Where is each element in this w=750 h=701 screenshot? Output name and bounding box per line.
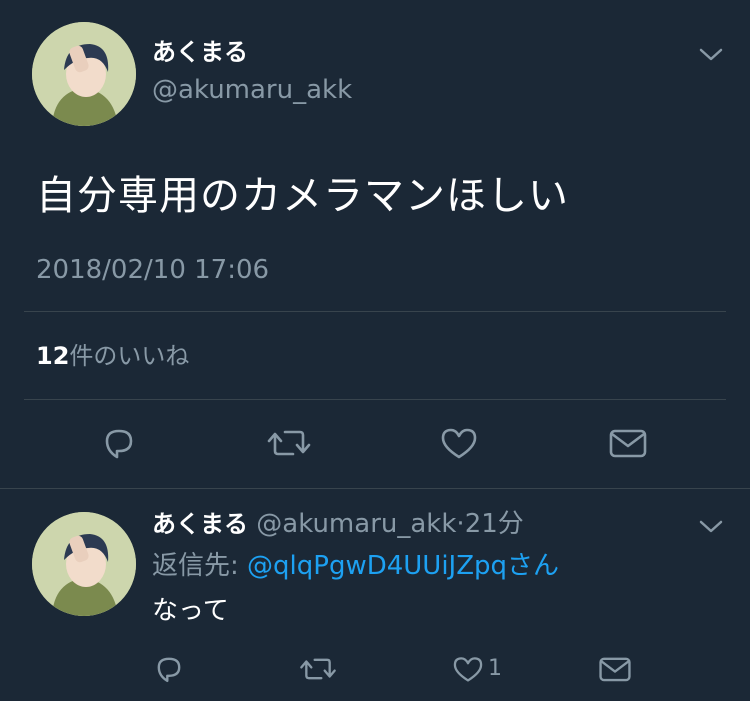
likes-count: 12: [36, 342, 70, 370]
tweet-text: 自分専用のカメラマンほしい: [36, 173, 569, 219]
retweet-icon[interactable]: [298, 652, 338, 686]
reply-to-line: 返信先: @qlqPgwD4UUiJZpqさん: [152, 548, 559, 584]
reply-text: なって: [152, 596, 229, 626]
user-handle[interactable]: @akumaru_akk: [152, 74, 352, 106]
reply-avatar[interactable]: [32, 512, 136, 616]
like-icon[interactable]: [437, 423, 481, 463]
divider: [24, 311, 726, 312]
display-name[interactable]: あくまる: [152, 36, 248, 68]
dm-icon[interactable]: [596, 652, 634, 686]
divider: [24, 399, 726, 400]
reply-to-mention[interactable]: @qlqPgwD4UUiJZpq: [247, 551, 507, 581]
chevron-down-icon[interactable]: [696, 516, 726, 536]
reply-separator: ·: [456, 509, 465, 539]
reply-to-label: 返信先:: [152, 551, 248, 581]
likes-label: 件のいいね: [69, 342, 190, 370]
avatar[interactable]: [32, 22, 136, 126]
reply-handle[interactable]: @akumaru_akk: [256, 509, 456, 539]
reply-icon[interactable]: [99, 423, 139, 463]
likes-summary[interactable]: 12件のいいね: [36, 338, 189, 374]
divider: [0, 488, 750, 489]
reply-time[interactable]: 21分: [465, 509, 524, 539]
tweet-timestamp[interactable]: 2018/02/10 17:06: [36, 252, 269, 288]
retweet-icon[interactable]: [265, 423, 313, 463]
chevron-down-icon[interactable]: [696, 44, 726, 64]
dm-icon[interactable]: [606, 423, 650, 463]
reply-header: あくまる @akumaru_akk·21分: [152, 506, 524, 542]
reply-icon[interactable]: [152, 652, 186, 686]
like-count: 1: [488, 656, 502, 681]
like-icon[interactable]: [450, 652, 486, 686]
reply-display-name[interactable]: あくまる: [152, 510, 248, 538]
reply-to-suffix: さん: [507, 551, 560, 581]
